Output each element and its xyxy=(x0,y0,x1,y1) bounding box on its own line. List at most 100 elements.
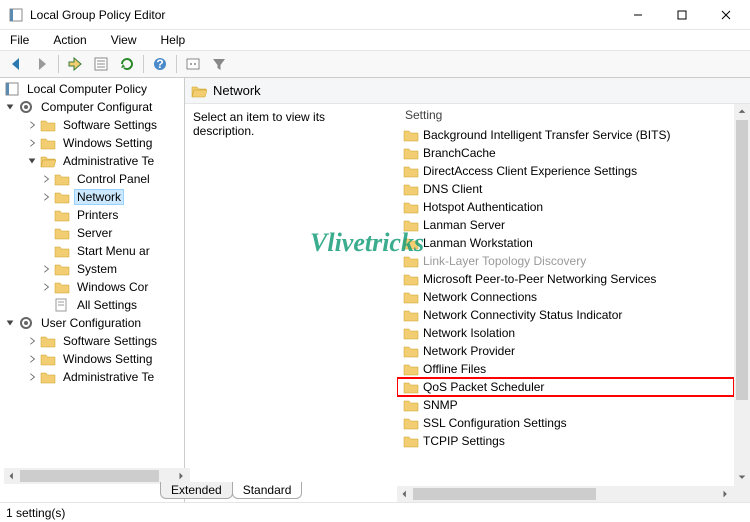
menu-view[interactable]: View xyxy=(105,31,143,49)
filter-button[interactable] xyxy=(207,52,231,76)
list-item[interactable]: Background Intelligent Transfer Service … xyxy=(397,126,734,144)
scroll-corner xyxy=(734,486,750,502)
tree-start-menu[interactable]: Start Menu ar xyxy=(0,242,184,260)
folder-icon xyxy=(40,351,56,367)
scroll-down-button[interactable] xyxy=(734,470,750,486)
list-item[interactable]: Network Connectivity Status Indicator xyxy=(397,306,734,324)
menubar: File Action View Help xyxy=(0,30,750,50)
vertical-scrollbar[interactable] xyxy=(734,104,750,486)
scroll-track[interactable] xyxy=(20,468,174,484)
close-button[interactable] xyxy=(704,1,748,29)
tree-all-settings[interactable]: All Settings xyxy=(0,296,184,314)
list-item[interactable]: DirectAccess Client Experience Settings xyxy=(397,162,734,180)
scroll-thumb[interactable] xyxy=(413,488,596,500)
list-item[interactable]: Hotspot Authentication xyxy=(397,198,734,216)
list-item[interactable]: Link-Layer Topology Discovery xyxy=(397,252,734,270)
expander-icon[interactable] xyxy=(26,119,38,131)
expander-icon[interactable] xyxy=(26,335,38,347)
menu-action[interactable]: Action xyxy=(47,31,92,49)
tree-network[interactable]: Network xyxy=(0,188,184,206)
tree-uc-windows[interactable]: Windows Setting xyxy=(0,350,184,368)
help-button[interactable] xyxy=(148,52,172,76)
item-label: Offline Files xyxy=(423,362,486,376)
scroll-left-button[interactable] xyxy=(397,486,413,502)
horizontal-scrollbar[interactable] xyxy=(397,486,734,502)
scroll-track[interactable] xyxy=(734,120,750,470)
menu-file[interactable]: File xyxy=(4,31,35,49)
forward-button[interactable] xyxy=(30,52,54,76)
list-item[interactable]: BranchCache xyxy=(397,144,734,162)
column-header-setting[interactable]: Setting xyxy=(397,104,750,126)
expander-icon[interactable] xyxy=(4,101,16,113)
settings-button[interactable] xyxy=(181,52,205,76)
scroll-up-button[interactable] xyxy=(734,104,750,120)
tab-standard[interactable]: Standard xyxy=(232,482,303,499)
tree-uc-software[interactable]: Software Settings xyxy=(0,332,184,350)
minimize-button[interactable] xyxy=(616,1,660,29)
tab-extended[interactable]: Extended xyxy=(160,482,233,499)
list-item[interactable]: Lanman Server xyxy=(397,216,734,234)
tree-user-config[interactable]: User Configuration xyxy=(0,314,184,332)
scroll-thumb[interactable] xyxy=(736,120,748,400)
tree-label: Control Panel xyxy=(74,171,153,187)
expander-icon[interactable] xyxy=(40,263,52,275)
list-item[interactable]: Microsoft Peer-to-Peer Networking Servic… xyxy=(397,270,734,288)
scroll-thumb[interactable] xyxy=(20,470,159,482)
expander-icon[interactable] xyxy=(4,317,16,329)
tree-computer-config[interactable]: Computer Configurat xyxy=(0,98,184,116)
tree-label: Administrative Te xyxy=(60,369,157,385)
tree-uc-admin[interactable]: Administrative Te xyxy=(0,368,184,386)
folder-icon xyxy=(403,127,419,143)
list-item[interactable]: Lanman Workstation xyxy=(397,234,734,252)
expander-icon[interactable] xyxy=(40,173,52,185)
folder-icon xyxy=(54,225,70,241)
scroll-left-button[interactable] xyxy=(4,468,20,484)
expander-icon[interactable] xyxy=(26,155,38,167)
folder-icon xyxy=(403,253,419,269)
tree-system[interactable]: System xyxy=(0,260,184,278)
tree-control-panel[interactable]: Control Panel xyxy=(0,170,184,188)
tree-server[interactable]: Server xyxy=(0,224,184,242)
tree-windows-components[interactable]: Windows Cor xyxy=(0,278,184,296)
list-item[interactable]: TCPIP Settings xyxy=(397,432,734,450)
list-item[interactable]: SSL Configuration Settings xyxy=(397,414,734,432)
list-item[interactable]: SNMP xyxy=(397,396,734,414)
up-button[interactable] xyxy=(63,52,87,76)
item-label: SSL Configuration Settings xyxy=(423,416,567,430)
expander-icon[interactable] xyxy=(26,353,38,365)
back-button[interactable] xyxy=(4,52,28,76)
item-label: QoS Packet Scheduler xyxy=(423,380,544,394)
folder-icon xyxy=(403,289,419,305)
item-label: Network Isolation xyxy=(423,326,515,340)
list-item[interactable]: Network Isolation xyxy=(397,324,734,342)
folder-icon xyxy=(40,333,56,349)
refresh-button[interactable] xyxy=(115,52,139,76)
toolbar-separator xyxy=(176,55,177,73)
expander-icon[interactable] xyxy=(26,371,38,383)
tree-root[interactable]: Local Computer Policy xyxy=(0,80,184,98)
folder-icon xyxy=(403,145,419,161)
description-text: Select an item to view its description. xyxy=(185,104,397,502)
list-item[interactable]: Network Connections xyxy=(397,288,734,306)
list-item[interactable]: Offline Files xyxy=(397,360,734,378)
tree-software-settings[interactable]: Software Settings xyxy=(0,116,184,134)
tree-admin-templates[interactable]: Administrative Te xyxy=(0,152,184,170)
list-item[interactable]: QoS Packet Scheduler xyxy=(397,378,734,396)
item-label: Lanman Workstation xyxy=(423,236,533,250)
maximize-button[interactable] xyxy=(660,1,704,29)
tree-label: Software Settings xyxy=(60,333,160,349)
menu-help[interactable]: Help xyxy=(155,31,192,49)
item-label: Background Intelligent Transfer Service … xyxy=(423,128,670,142)
tree-windows-settings[interactable]: Windows Setting xyxy=(0,134,184,152)
item-label: SNMP xyxy=(423,398,458,412)
properties-button[interactable] xyxy=(89,52,113,76)
expander-icon[interactable] xyxy=(26,137,38,149)
expander-icon[interactable] xyxy=(40,191,52,203)
folder-icon xyxy=(54,171,70,187)
expander-icon[interactable] xyxy=(40,281,52,293)
scroll-right-button[interactable] xyxy=(718,486,734,502)
scroll-track[interactable] xyxy=(413,486,718,502)
list-item[interactable]: DNS Client xyxy=(397,180,734,198)
list-item[interactable]: Network Provider xyxy=(397,342,734,360)
tree-printers[interactable]: Printers xyxy=(0,206,184,224)
